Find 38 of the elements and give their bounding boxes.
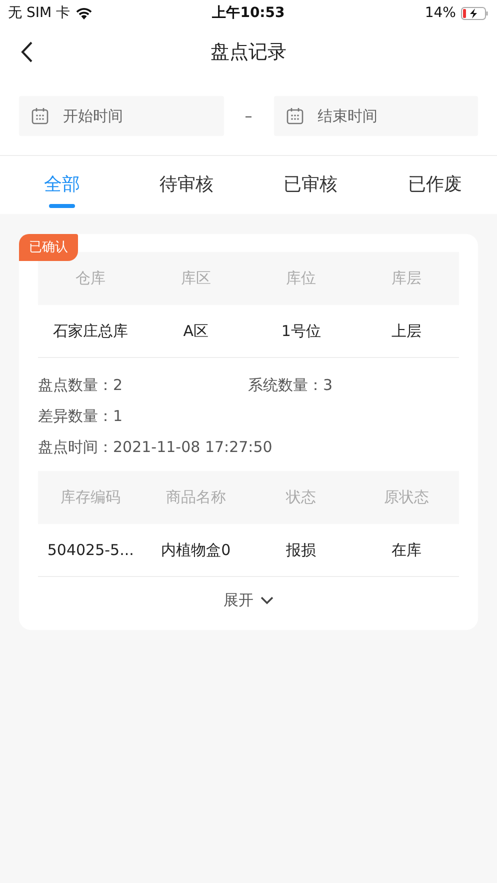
status-badge: 已确认 xyxy=(19,234,78,261)
stat-text: 差异数量：1 xyxy=(38,407,123,426)
battery-icon xyxy=(460,6,489,20)
filter-tab[interactable]: 待审核 xyxy=(124,156,248,214)
table-cell-text: 上层 xyxy=(390,322,422,340)
range-separator: – xyxy=(244,107,254,125)
column-header: 库位 xyxy=(285,269,318,288)
table-cell-text: 报损 xyxy=(285,540,318,560)
table-cell-text: 504025-5... xyxy=(46,541,135,559)
column-header: 原状态 xyxy=(382,488,430,507)
start-date-field[interactable]: 开始时间 xyxy=(19,96,224,136)
column-header: 库层 xyxy=(390,269,422,288)
page-title: 盘点记录 xyxy=(210,40,286,65)
calendar-icon xyxy=(286,107,304,125)
table-cell-text: 内植物盒0 xyxy=(160,540,232,560)
calendar-icon xyxy=(31,107,49,125)
table-cell-text: 在库 xyxy=(390,540,422,560)
back-icon xyxy=(21,41,33,63)
column-header: 仓库 xyxy=(74,269,107,288)
column-header: 库区 xyxy=(180,269,212,288)
stat-text: 系统数量：3 xyxy=(248,376,333,395)
stat-text: 盘点时间：2021-11-08 17:27:50 xyxy=(38,438,272,457)
table-cell-text: 石家庄总库 xyxy=(52,322,130,340)
column-header: 状态 xyxy=(284,488,318,507)
column-header: 商品名称 xyxy=(164,488,227,507)
wifi-icon xyxy=(75,6,93,20)
table-cell-text: 1号位 xyxy=(280,322,322,340)
column-header: 库存编码 xyxy=(60,488,122,507)
table-cell-text: A区 xyxy=(182,322,210,340)
carrier-text: 无 SIM 卡 xyxy=(8,4,70,22)
filter-tab[interactable]: 已审核 xyxy=(248,156,373,214)
end-date-field[interactable]: 结束时间 xyxy=(274,96,478,136)
clock-text: 上午10:53 xyxy=(212,4,285,22)
expand-button[interactable]: 展开 xyxy=(224,577,274,630)
battery-text: 14% xyxy=(424,5,456,21)
stat-text: 盘点数量：2 xyxy=(38,376,124,395)
filter-tab[interactable]: 已作废 xyxy=(372,156,497,214)
chevron-down-icon xyxy=(260,596,274,605)
